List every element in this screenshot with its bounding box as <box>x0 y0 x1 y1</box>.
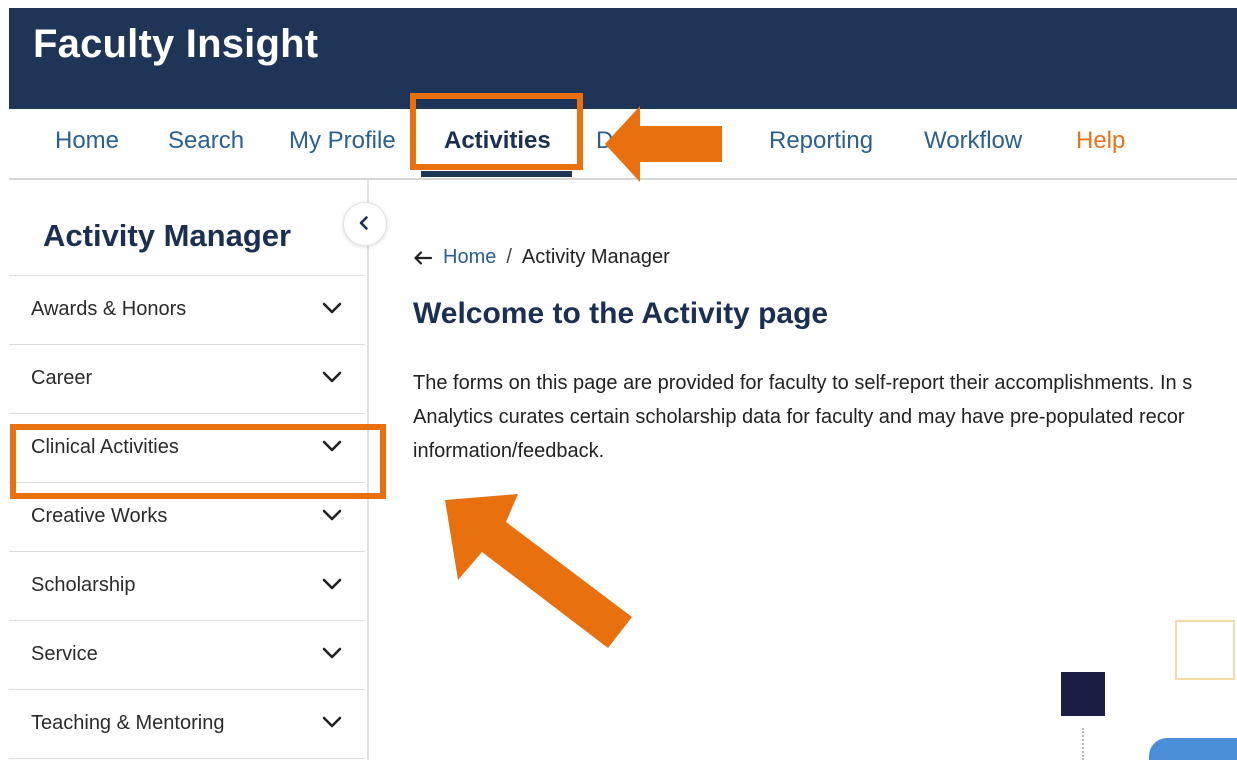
sidebar-item-label: Awards & Honors <box>31 298 187 320</box>
nav-activities[interactable]: Activities <box>444 109 551 176</box>
sidebar-item-label: Scholarship <box>31 574 136 596</box>
chevron-down-icon[interactable] <box>322 507 342 523</box>
breadcrumb: Home / Activity Manager <box>413 246 670 269</box>
intro-line: Analytics curates certain scholarship da… <box>413 406 1185 428</box>
sidebar-item-label: Creative Works <box>31 505 168 527</box>
nav-help[interactable]: Help <box>1076 109 1125 176</box>
chevron-down-icon[interactable] <box>322 576 342 592</box>
nav-partially-hidden-right[interactable]: s <box>710 109 722 176</box>
intro-line: information/feedback. <box>413 440 605 462</box>
sidebar-item-label: Career <box>31 367 93 389</box>
nav-workflow[interactable]: Workflow <box>924 109 1022 176</box>
collapse-sidebar-button[interactable] <box>343 202 387 246</box>
nav-reporting[interactable]: Reporting <box>769 109 873 176</box>
nav-partially-hidden-left[interactable]: D <box>596 109 613 176</box>
sidebar-item-creative-works[interactable]: Creative Works <box>9 483 365 552</box>
sidebar-item-label: Teaching & Mentoring <box>31 712 225 734</box>
chevron-down-icon[interactable] <box>322 438 342 454</box>
sidebar-item-label: Service <box>31 643 98 665</box>
breadcrumb-current: Activity Manager <box>521 246 670 268</box>
chevron-left-icon <box>359 216 368 230</box>
decorative-outline-square <box>1175 620 1235 680</box>
page-title: Welcome to the Activity page <box>413 297 829 330</box>
nav-home[interactable]: Home <box>55 109 119 176</box>
app-header: Faculty Insight <box>9 8 1237 109</box>
breadcrumb-separator: / <box>506 246 512 268</box>
chevron-down-icon[interactable] <box>322 369 342 385</box>
intro-line: The forms on this page are provided for … <box>413 372 1193 394</box>
chevron-down-icon[interactable] <box>322 645 342 661</box>
main-content: Home / Activity Manager Welcome to the Act… <box>369 180 1237 760</box>
sidebar-item-service[interactable]: Service <box>9 621 365 690</box>
decorative-dark-square <box>1061 672 1105 716</box>
nav-my-profile[interactable]: My Profile <box>289 109 396 176</box>
sidebar-item-clinical-activities[interactable]: Clinical Activities <box>9 414 365 483</box>
sidebar-item-scholarship[interactable]: Scholarship <box>9 552 365 621</box>
sidebar-item-awards-honors[interactable]: Awards & Honors <box>9 276 365 345</box>
activity-sidebar: Activity Manager Awards & Honors Career … <box>9 180 387 760</box>
sidebar-title: Activity Manager <box>43 218 292 253</box>
arrow-left-icon[interactable] <box>413 250 433 266</box>
breadcrumb-home-link[interactable]: Home <box>443 246 496 268</box>
sidebar-item-teaching-mentoring[interactable]: Teaching & Mentoring <box>9 690 365 759</box>
active-tab-indicator <box>421 171 572 177</box>
nav-search[interactable]: Search <box>168 109 244 176</box>
top-nav: Home Search My Profile Activities D s Re… <box>9 109 1237 180</box>
decorative-dotted-line <box>1082 728 1084 760</box>
sidebar-item-career[interactable]: Career <box>9 345 365 414</box>
activity-category-list: Awards & Honors Career Clinical Activiti… <box>9 275 365 759</box>
chevron-down-icon[interactable] <box>322 300 342 316</box>
decorative-blue-shape <box>1149 738 1237 760</box>
chevron-down-icon[interactable] <box>322 714 342 730</box>
intro-paragraph: The forms on this page are provided for … <box>413 366 1237 468</box>
sidebar-item-label: Clinical Activities <box>31 436 179 458</box>
app-title[interactable]: Faculty Insight <box>33 22 318 67</box>
